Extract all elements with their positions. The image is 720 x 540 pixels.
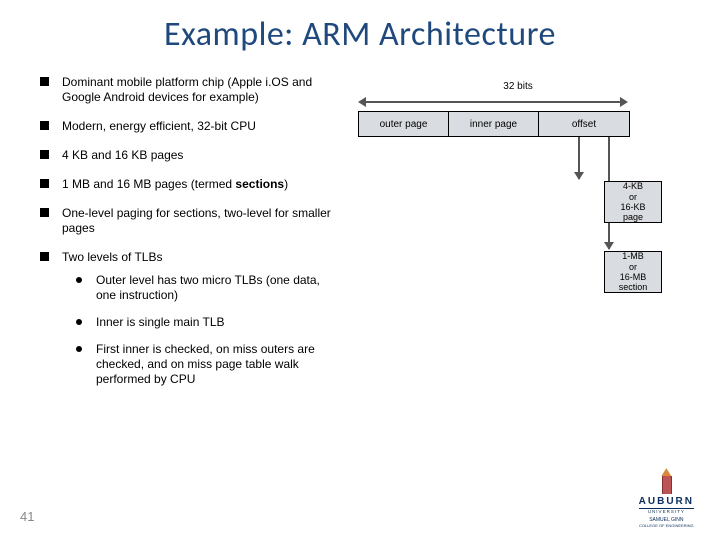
sub-bullet-item: First inner is checked, on miss outers a… [62, 342, 340, 387]
box-line: page [605, 212, 661, 222]
bullet-text: 1 MB and 16 MB pages (termed [62, 177, 235, 191]
box-line: 1-MB [605, 251, 661, 261]
box-line: or [605, 262, 661, 272]
section-size-box: 1-MB or 16-MB section [604, 251, 662, 293]
logo-university-name: AUBURN [639, 496, 694, 507]
bullet-item: One-level paging for sections, two-level… [40, 206, 340, 236]
bullet-item: Modern, energy efficient, 32-bit CPU [40, 119, 340, 134]
logo-college-line2: COLLEGE OF ENGINEERING [639, 524, 694, 528]
slide-title: Example: ARM Architecture [0, 0, 720, 55]
content-area: Dominant mobile platform chip (Apple i.O… [0, 55, 720, 401]
bullet-text: Two levels of TLBs [62, 250, 163, 264]
page-size-box: 4-KB or 16-KB page [604, 181, 662, 223]
logo-tower-icon [657, 468, 675, 494]
box-line: 16-KB [605, 202, 661, 212]
segment-outer-page: outer page [359, 112, 449, 136]
auburn-logo: AUBURN UNIVERSITY SAMUEL GINN COLLEGE OF… [639, 468, 694, 528]
bullet-item: 4 KB and 16 KB pages [40, 148, 340, 163]
bullet-item: Dominant mobile platform chip (Apple i.O… [40, 75, 340, 105]
diagram-column: 32 bits outer page inner page offset 4-K… [340, 75, 700, 401]
bullet-column: Dominant mobile platform chip (Apple i.O… [40, 75, 340, 401]
dimension-arrow [358, 97, 628, 107]
page-number: 41 [20, 509, 34, 524]
box-line: section [605, 282, 661, 292]
address-box: outer page inner page offset [358, 111, 630, 137]
segment-inner-page: inner page [449, 112, 539, 136]
box-line: 16-MB [605, 272, 661, 282]
bullet-text: ) [284, 177, 288, 191]
bullet-item: Two levels of TLBs Outer level has two m… [40, 250, 340, 387]
arrow-to-page [578, 137, 580, 179]
box-line: or [605, 192, 661, 202]
bullet-item: 1 MB and 16 MB pages (termed sections) [40, 177, 340, 192]
sub-bullet-item: Outer level has two micro TLBs (one data… [62, 273, 340, 303]
segment-offset: offset [539, 112, 629, 136]
logo-subtext: UNIVERSITY [639, 508, 694, 515]
arm-address-diagram: 32 bits outer page inner page offset 4-K… [358, 81, 678, 321]
sub-bullet-item: Inner is single main TLB [62, 315, 340, 330]
bits-label: 32 bits [503, 81, 532, 92]
box-line: 4-KB [605, 181, 661, 191]
bullet-bold: sections [235, 177, 284, 191]
